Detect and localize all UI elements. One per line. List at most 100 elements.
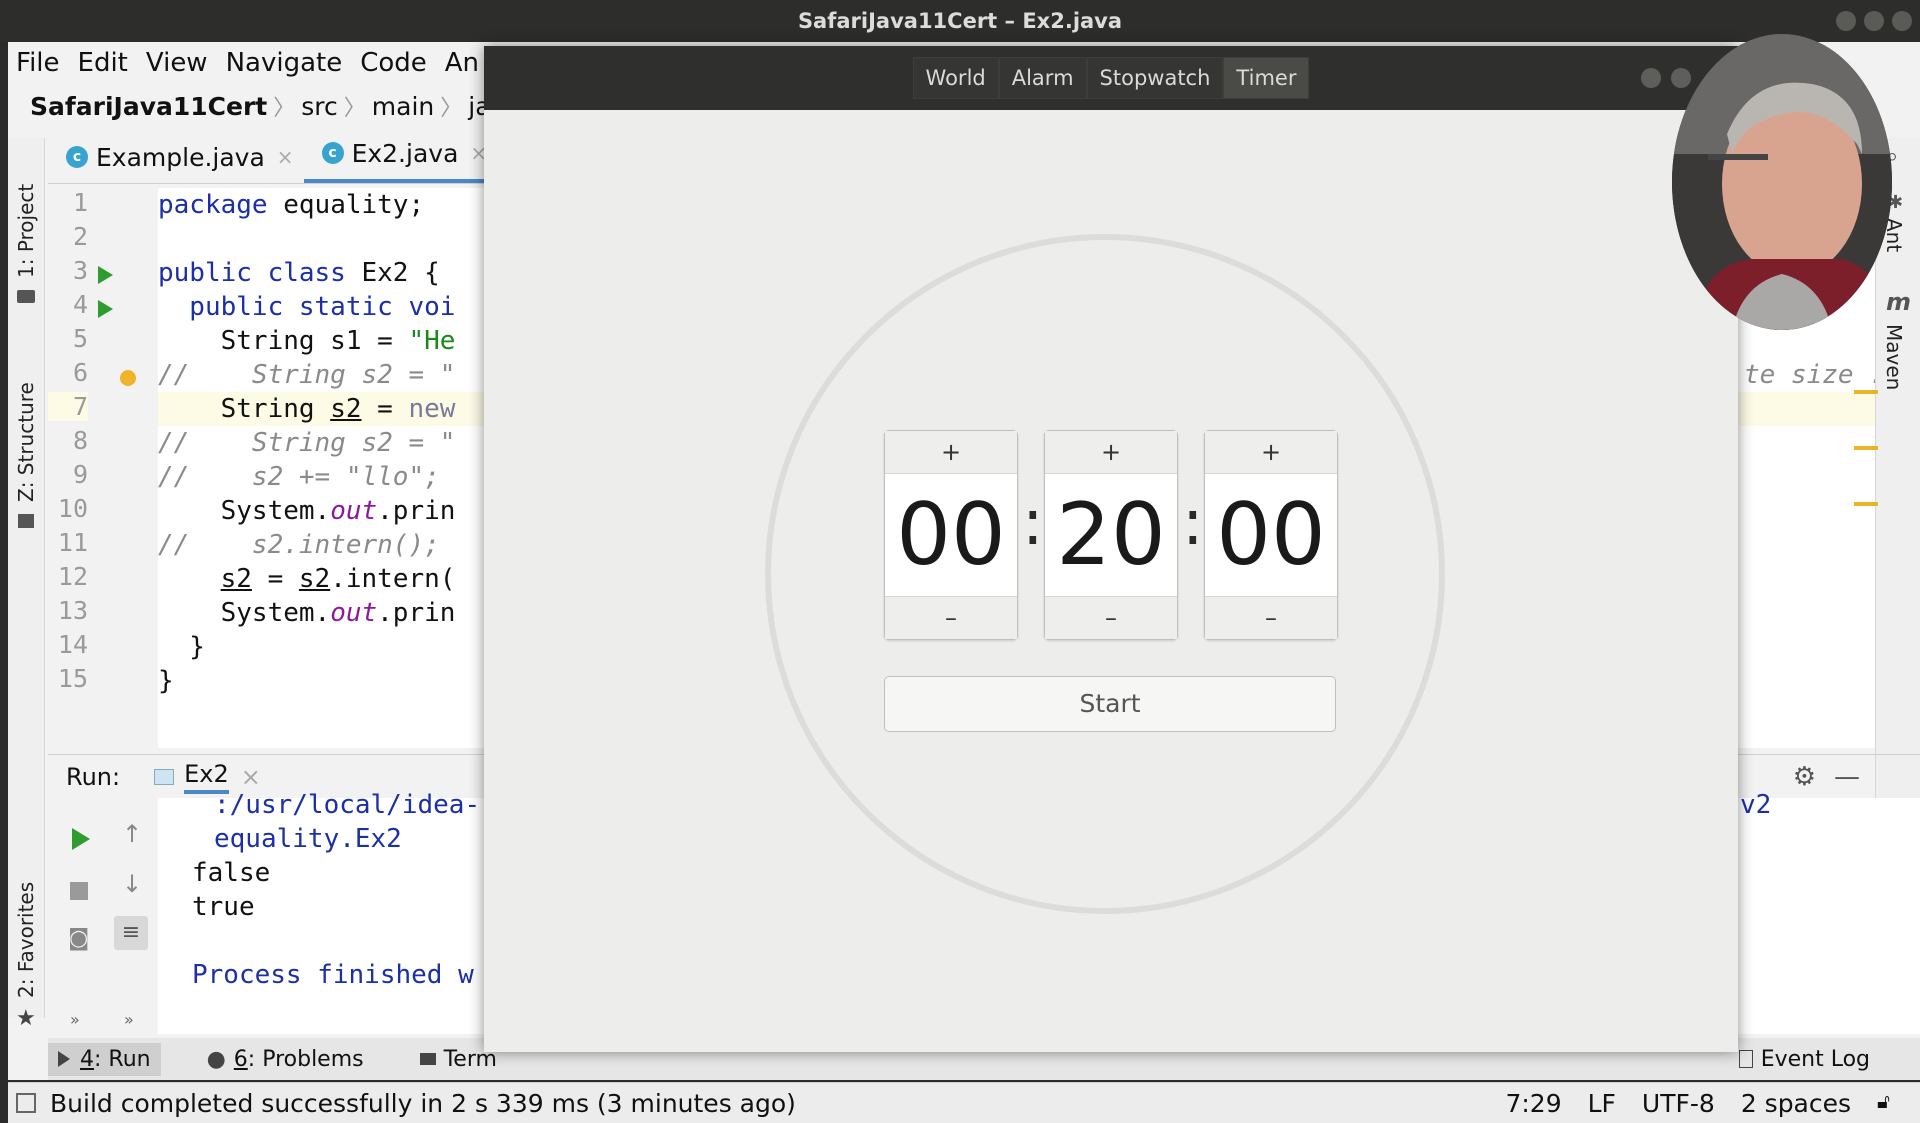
breadcrumb-project[interactable]: SafariJava11Cert (30, 92, 267, 121)
hours-decrement-button[interactable]: – (885, 596, 1017, 639)
run-tab-ex2[interactable]: Ex2 (184, 760, 229, 794)
menu-analyze[interactable]: An (445, 48, 479, 78)
tool-project[interactable]: 1: Project (14, 184, 38, 278)
run-class-icon[interactable] (98, 266, 113, 284)
mode-timer[interactable]: Timer (1223, 57, 1310, 99)
warning-marker[interactable] (1854, 390, 1878, 394)
lock-icon[interactable]: 🔓︎ (1877, 1089, 1890, 1118)
line-number: 12 (57, 562, 88, 591)
hours-value[interactable]: 00 (885, 473, 1017, 597)
console-line: false (192, 858, 271, 888)
indent-setting[interactable]: 2 spaces (1741, 1089, 1851, 1118)
breadcrumb-src[interactable]: src (301, 92, 338, 121)
presenter-image (1672, 34, 1892, 330)
time-separator: : (1022, 486, 1044, 560)
warning-marker[interactable] (1854, 502, 1878, 506)
maven-icon: m (1886, 288, 1912, 316)
breadcrumb-main[interactable]: main (372, 92, 434, 121)
soft-wrap-icon[interactable]: ≡ (114, 916, 148, 950)
tab-label: Ex2.java (351, 138, 459, 168)
line-number: 7 (48, 392, 88, 421)
code-comment: // String s2 = " (158, 360, 456, 390)
folder-icon (17, 290, 35, 303)
close-icon[interactable] (1892, 11, 1912, 31)
tool-favorites[interactable]: 2: Favorites (14, 882, 38, 998)
menu-navigate[interactable]: Navigate (226, 48, 343, 78)
tab-ex2-java[interactable]: c Ex2.java × (303, 135, 498, 183)
minutes-decrement-button[interactable]: – (1045, 596, 1177, 639)
tool-maven[interactable]: Maven (1882, 324, 1906, 390)
event-log-icon (1738, 1050, 1753, 1068)
bottom-tab-run[interactable]: 4: Run (48, 1042, 161, 1076)
line-number: 9 (72, 460, 88, 489)
tab-label: : Run (94, 1046, 151, 1072)
code-token: System. (158, 598, 331, 628)
console-icon (154, 769, 175, 785)
seconds-spinner: + 00 – (1204, 430, 1338, 640)
maximize-icon[interactable] (1671, 68, 1691, 88)
code-token: Ex2 { (345, 258, 440, 288)
camera-icon[interactable]: ◙ (68, 926, 89, 951)
close-tab-icon[interactable]: × (241, 763, 261, 791)
menu-code[interactable]: Code (360, 48, 427, 78)
minutes-increment-button[interactable]: + (1045, 431, 1177, 474)
expand-icon[interactable]: » (124, 1010, 134, 1029)
status-message: Build completed successfully in 2 s 339 … (50, 1088, 796, 1118)
gear-icon[interactable]: ⚙ (1793, 762, 1816, 792)
line-number: 10 (57, 494, 88, 523)
line-separator[interactable]: LF (1588, 1089, 1616, 1118)
minimize-icon[interactable] (1641, 68, 1661, 88)
event-log-button[interactable]: Event Log (1729, 1043, 1880, 1076)
expand-icon[interactable]: » (70, 1010, 80, 1029)
tab-example-java[interactable]: c Example.java × (48, 139, 304, 183)
time-separator: : (1182, 486, 1204, 560)
console-line: true (192, 892, 255, 922)
menu-view[interactable]: View (146, 48, 208, 78)
tool-structure[interactable]: Z: Structure (14, 382, 38, 502)
chevron-right-icon: 〉 (273, 96, 296, 121)
file-encoding[interactable]: UTF-8 (1642, 1089, 1715, 1118)
close-tab-icon[interactable]: × (277, 145, 294, 169)
clocks-window: World Alarm Stopwatch Timer + 00 – : + 2… (484, 46, 1738, 1052)
code-token: = (251, 564, 299, 594)
stop-icon[interactable] (70, 882, 88, 900)
line-number: 15 (57, 664, 88, 693)
seconds-value[interactable]: 00 (1205, 473, 1337, 597)
bottom-tab-problems[interactable]: ● 6: Problems (197, 1043, 374, 1076)
code-token: out (330, 598, 378, 628)
mode-stopwatch[interactable]: Stopwatch (1086, 57, 1224, 99)
cursor-position[interactable]: 7:29 (1505, 1089, 1561, 1118)
minimize-panel-icon[interactable]: — (1834, 762, 1860, 792)
menu-edit[interactable]: Edit (78, 48, 128, 78)
clocks-header: World Alarm Stopwatch Timer (484, 46, 1738, 110)
run-toolbar: ◙ » ↑ ↓ ≡ » (48, 798, 158, 1034)
window-titlebar: SafariJava11Cert – Ex2.java (0, 0, 1920, 42)
run-main-icon[interactable] (98, 300, 113, 318)
chevron-right-icon: 〉 (440, 96, 463, 121)
arrow-down-icon[interactable]: ↓ (122, 870, 142, 898)
rerun-icon[interactable] (72, 828, 90, 850)
info-icon: ● (206, 1046, 226, 1072)
code-token: new (408, 394, 456, 424)
warning-marker[interactable] (1854, 446, 1878, 450)
structure-icon (18, 514, 34, 528)
menu-file[interactable]: File (16, 48, 60, 78)
minimize-icon[interactable] (1836, 11, 1856, 31)
hours-increment-button[interactable]: + (885, 431, 1017, 474)
minutes-value[interactable]: 20 (1045, 473, 1177, 597)
chevron-right-icon: 〉 (343, 96, 366, 121)
maximize-icon[interactable] (1864, 11, 1884, 31)
webcam-overlay (1672, 34, 1892, 330)
mode-world[interactable]: World (912, 57, 999, 99)
code-comment: te size : (1744, 360, 1885, 390)
seconds-increment-button[interactable]: + (1205, 431, 1337, 474)
start-button[interactable]: Start (884, 676, 1336, 732)
line-number: 14 (57, 630, 88, 659)
mode-alarm[interactable]: Alarm (998, 57, 1087, 99)
arrow-up-icon[interactable]: ↑ (122, 820, 142, 848)
lightbulb-icon[interactable] (120, 370, 136, 386)
seconds-decrement-button[interactable]: – (1205, 596, 1337, 639)
star-icon: ★ (16, 1006, 36, 1031)
status-toggle-icon[interactable] (16, 1093, 36, 1113)
